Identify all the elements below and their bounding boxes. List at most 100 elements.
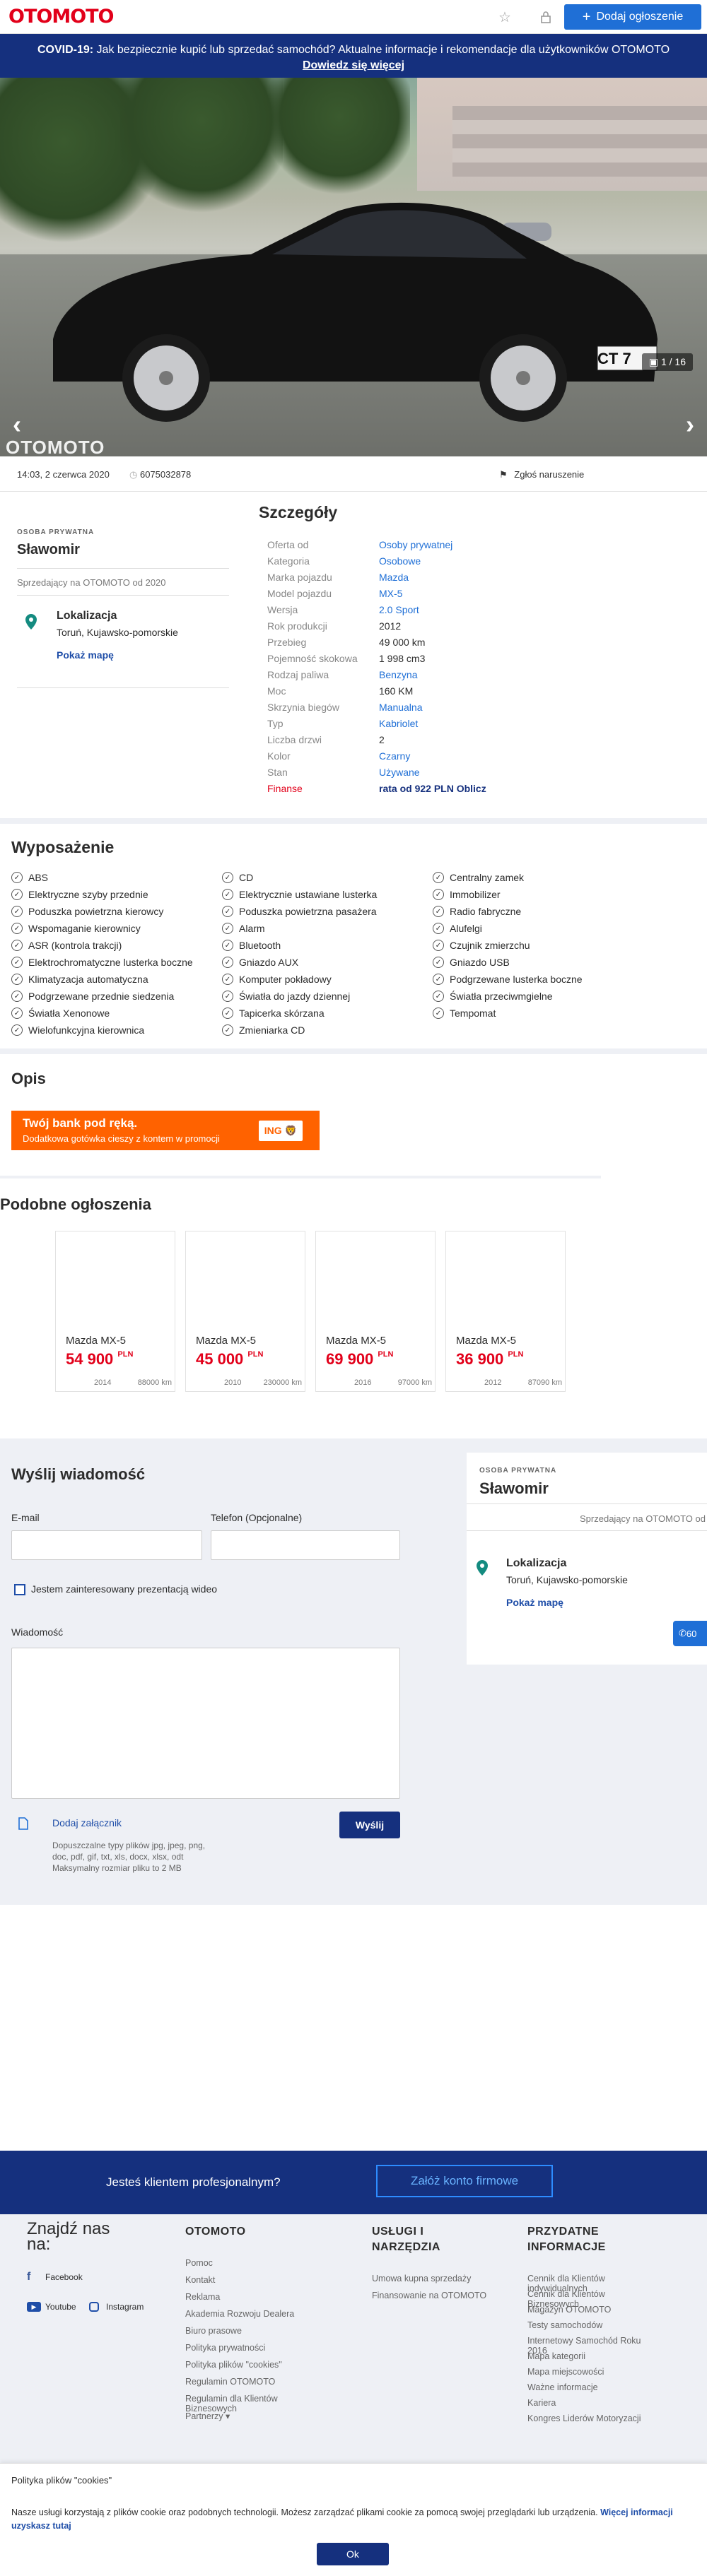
equipment-label: Wspomaganie kierownicy xyxy=(28,923,141,934)
listing-meta: 2014 88000 km xyxy=(94,1378,172,1387)
add-listing-button[interactable]: + Dodaj ogłoszenie xyxy=(564,4,701,30)
similar-listing-card[interactable]: Mazda MX-5 45 000 PLN 2010 230000 km xyxy=(185,1231,305,1392)
check-icon: ✓ xyxy=(222,974,233,985)
detail-value[interactable]: Osoby prywatnej xyxy=(379,539,452,550)
similar-listing-card[interactable]: Mazda MX-5 69 900 PLN 2016 97000 km xyxy=(315,1231,436,1392)
ing-ad-banner[interactable]: Twój bank pod ręką. Dodatkowa gotówka ci… xyxy=(11,1111,320,1150)
detail-value[interactable]: Czarny xyxy=(379,750,410,762)
phone-icon: ✆ xyxy=(679,1628,686,1638)
similar-listing-card[interactable]: Mazda MX-5 54 900 PLN 2014 88000 km xyxy=(55,1231,175,1392)
listing-meta: 2012 87090 km xyxy=(484,1378,562,1387)
check-icon: ✓ xyxy=(222,889,233,900)
seller-name: Sławomir xyxy=(17,542,80,557)
check-icon: ✓ xyxy=(11,1008,23,1019)
otomoto-logo[interactable]: OTOMOTO xyxy=(8,6,115,28)
detail-row: Oferta od Osoby prywatnej xyxy=(259,536,612,553)
add-attachment-link[interactable]: Dodaj załącznik xyxy=(52,1817,122,1828)
message-section: Wyślij wiadomość E-mail Telefon (Opcjona… xyxy=(0,1438,707,1905)
facebook-link[interactable]: f Facebook xyxy=(27,2271,83,2283)
equipment-label: Światła Xenonowe xyxy=(28,1008,110,1019)
footer-link[interactable]: Akademia Rozwoju Dealera xyxy=(185,2309,305,2319)
detail-value[interactable]: Manualna xyxy=(379,702,423,713)
show-map-link[interactable]: Pokaż mapę xyxy=(57,649,114,661)
equipment-label: ASR (kontrola trakcji) xyxy=(28,940,122,951)
plus-icon: + xyxy=(582,8,591,25)
footer-link[interactable]: Magazyn OTOMOTO xyxy=(527,2305,648,2315)
location-value: Toruń, Kujawsko-pomorskie xyxy=(57,627,178,638)
description-title: Opis xyxy=(11,1070,46,1087)
detail-row: Kategoria Osobowe xyxy=(259,553,612,569)
detail-row: Model pojazdu MX-5 xyxy=(259,585,612,601)
send-button[interactable]: Wyślij xyxy=(339,1812,400,1838)
detail-value[interactable]: Używane xyxy=(379,767,420,778)
footer-link[interactable]: Finansowanie na OTOMOTO xyxy=(372,2291,492,2300)
detail-row: Liczba drzwi 2 xyxy=(259,731,612,748)
cookie-title: Polityka plików "cookies" xyxy=(11,2475,112,2486)
detail-value: 2012 xyxy=(379,620,402,632)
detail-value[interactable]: rata od 922 PLN Oblicz xyxy=(379,783,486,794)
create-business-account-button[interactable]: Załóż konto firmowe xyxy=(376,2165,553,2197)
detail-value[interactable]: Benzyna xyxy=(379,669,417,680)
footer-link[interactable]: Biuro prasowe xyxy=(185,2326,305,2336)
next-photo-arrow[interactable]: › xyxy=(686,410,694,439)
phone-field[interactable] xyxy=(211,1530,400,1560)
detail-key: Rodzaj paliwa xyxy=(267,668,329,680)
listing-title: Mazda MX-5 xyxy=(196,1335,257,1347)
footer-link[interactable]: Mapa miejscowości xyxy=(527,2367,648,2377)
email-field[interactable] xyxy=(11,1530,202,1560)
email-label: E-mail xyxy=(11,1512,40,1523)
prev-photo-arrow[interactable]: ‹ xyxy=(13,410,21,439)
show-phone-button[interactable]: ✆ 60 xyxy=(673,1621,707,1646)
footer-link[interactable]: Partnerzy ▾ xyxy=(185,2411,305,2421)
footer-link[interactable]: Kongres Liderów Motoryzacji xyxy=(527,2413,648,2423)
detail-value[interactable]: 2.0 Sport xyxy=(379,604,419,615)
facebook-icon: f xyxy=(27,2271,31,2283)
footer-link[interactable]: Polityka plików "cookies" xyxy=(185,2360,305,2370)
footer-link[interactable]: Reklama xyxy=(185,2292,305,2302)
report-link[interactable]: ⚑ Zgłoś naruszenie xyxy=(499,469,584,480)
check-icon: ✓ xyxy=(222,872,233,883)
footer-link[interactable]: Testy samochodów xyxy=(527,2320,648,2330)
detail-value[interactable]: Mazda xyxy=(379,572,409,583)
footer-link[interactable]: Kontakt xyxy=(185,2275,305,2285)
equipment-title: Wyposażenie xyxy=(11,838,115,856)
footer-link[interactable]: Kariera xyxy=(527,2398,648,2408)
check-icon: ✓ xyxy=(11,923,23,934)
show-map-link[interactable]: Pokaż mapę xyxy=(506,1597,563,1608)
youtube-link[interactable]: ▶ Youtube xyxy=(27,2302,76,2312)
detail-value[interactable]: MX-5 xyxy=(379,588,402,599)
equipment-item: ✓ Poduszka powietrzna kierowcy xyxy=(11,906,163,917)
footer-link[interactable]: Polityka prywatności xyxy=(185,2343,305,2353)
location-pin-icon xyxy=(25,614,37,630)
equipment-label: Alarm xyxy=(239,923,265,934)
covid-text: Jak bezpiecznie kupić lub sprzedać samoc… xyxy=(93,44,670,56)
check-icon: ✓ xyxy=(433,889,444,900)
instagram-link[interactable]: Instagram xyxy=(89,2302,144,2312)
star-icon[interactable]: ☆ xyxy=(491,3,519,31)
footer-link[interactable]: Ważne informacje xyxy=(527,2382,648,2392)
photo-gallery[interactable]: CT 7 ▣ 1 / 16 ‹ › OTOMOTO xyxy=(0,78,707,456)
footer-link[interactable]: Pomoc xyxy=(185,2258,305,2268)
detail-value[interactable]: Osobowe xyxy=(379,555,421,567)
equipment-label: Komputer pokładowy xyxy=(239,974,332,985)
cookie-ok-button[interactable]: Ok xyxy=(317,2543,389,2565)
equipment-label: Światła do jazdy dziennej xyxy=(239,991,351,1002)
detail-row: Marka pojazdu Mazda xyxy=(259,569,612,585)
photo-counter: ▣ 1 / 16 xyxy=(641,353,693,371)
covid-more-link[interactable]: Dowiedz się więcej xyxy=(303,59,404,71)
equipment-item: ✓ Poduszka powietrzna pasażera xyxy=(222,906,377,917)
pro-text: Jesteś klientem profesjonalnym? xyxy=(106,2175,281,2189)
footer-link[interactable]: Umowa kupna sprzedaży xyxy=(372,2274,492,2283)
footer-link[interactable]: Regulamin OTOMOTO xyxy=(185,2377,305,2387)
listing-meta: 2010 230000 km xyxy=(224,1378,302,1387)
similar-listing-card[interactable]: Mazda MX-5 36 900 PLN 2012 87090 km xyxy=(445,1231,566,1392)
footer-link[interactable]: Mapa kategorii xyxy=(527,2351,648,2361)
lock-icon[interactable] xyxy=(532,3,560,31)
pro-banner: Jesteś klientem profesjonalnym? Załóż ko… xyxy=(0,2151,707,2214)
detail-value[interactable]: Kabriolet xyxy=(379,718,418,729)
equipment-label: Podgrzewane lusterka boczne xyxy=(450,974,583,985)
message-textarea[interactable] xyxy=(11,1648,400,1799)
equipment-label: Zmieniarka CD xyxy=(239,1024,305,1036)
detail-row: Moc 160 KM xyxy=(259,683,612,699)
video-checkbox[interactable] xyxy=(14,1584,25,1595)
